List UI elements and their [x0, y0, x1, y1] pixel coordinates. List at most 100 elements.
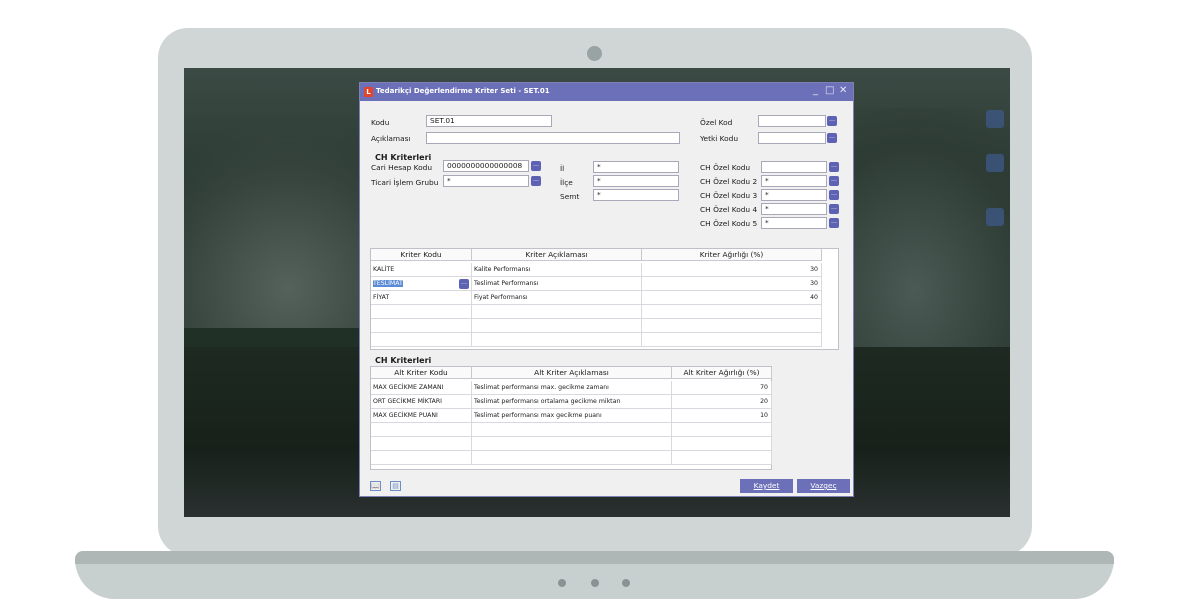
empty-cell[interactable] — [642, 305, 822, 319]
kriter-lookup-button[interactable]: … — [459, 279, 469, 289]
ch-ozel-kodu5-lookup-button[interactable]: … — [829, 218, 839, 228]
empty-cell[interactable] — [642, 333, 822, 347]
empty-cell[interactable] — [472, 423, 672, 437]
indicator-dot — [558, 579, 566, 587]
table-cell[interactable]: Kalite Performansı — [472, 263, 642, 277]
camera-icon — [587, 46, 602, 61]
table-cell[interactable]: 70 — [672, 381, 772, 395]
empty-cell[interactable] — [371, 423, 472, 437]
ch-ozel-kodu-lookup-button[interactable]: … — [829, 162, 839, 172]
column-header[interactable]: Alt Kriter Ağırlığı (%) — [672, 367, 772, 379]
column-header[interactable]: Kriter Açıklaması — [472, 249, 642, 261]
column-header[interactable]: Kriter Ağırlığı (%) — [642, 249, 822, 261]
save-button[interactable]: Kaydet — [740, 479, 793, 493]
document-icon[interactable]: ▤ — [390, 481, 401, 491]
ch-ozel-kodu2-label: CH Özel Kodu 2 — [700, 177, 758, 186]
empty-cell[interactable] — [472, 437, 672, 451]
indicator-dot — [591, 579, 599, 587]
ch-ozel-kodu3-lookup-button[interactable]: … — [829, 190, 839, 200]
table-cell[interactable]: Teslimat performansı max. gecikme zamanı — [472, 381, 672, 395]
aciklama-label: Açıklaması — [371, 134, 411, 143]
column-header[interactable]: Alt Kriter Açıklaması — [472, 367, 672, 379]
ch-ozel-kodu4-label: CH Özel Kodu 4 — [700, 205, 758, 214]
ilce-field[interactable]: * — [593, 175, 679, 187]
semt-label: Semt — [560, 192, 580, 201]
table-cell[interactable]: 40 — [642, 291, 822, 305]
cari-hesap-lookup-button[interactable]: … — [531, 161, 541, 171]
table-cell[interactable]: Teslimat performansı max gecikme puanı — [472, 409, 672, 423]
desktop-icon[interactable] — [986, 110, 1004, 128]
ch-ozel-kodu3-label: CH Özel Kodu 3 — [700, 191, 758, 200]
aciklama-field[interactable] — [426, 132, 680, 144]
ozel-kod-lookup-button[interactable]: … — [827, 116, 837, 126]
minimize-button[interactable]: _ — [813, 85, 818, 96]
cancel-button[interactable]: Vazgeç — [797, 479, 850, 493]
table-cell[interactable]: MAX GECİKME PUANI — [371, 409, 472, 423]
empty-cell[interactable] — [472, 305, 642, 319]
il-label: İl — [560, 164, 565, 173]
selected-cell-text: TESLİMAT — [373, 280, 403, 287]
yetki-kodu-label: Yetki Kodu — [700, 134, 739, 143]
ch-kriterleri-title: CH Kriterleri — [375, 153, 432, 162]
yetki-kodu-field[interactable] — [758, 132, 826, 144]
table-cell[interactable]: 20 — [672, 395, 772, 409]
empty-cell[interactable] — [672, 423, 772, 437]
kodu-field[interactable]: SET.01 — [426, 115, 552, 127]
book-icon[interactable]: 📖 — [370, 481, 381, 491]
ch-ozel-kodu5-field[interactable]: * — [761, 217, 827, 229]
empty-cell[interactable] — [472, 319, 642, 333]
empty-cell[interactable] — [672, 437, 772, 451]
table-cell[interactable]: Teslimat performansı ortalama gecikme mi… — [472, 395, 672, 409]
table-cell[interactable]: ORT GECİKME MİKTARI — [371, 395, 472, 409]
desktop-icon[interactable] — [986, 208, 1004, 226]
empty-cell[interactable] — [371, 437, 472, 451]
kodu-label: Kodu — [371, 118, 390, 127]
ozel-kod-label: Özel Kod — [700, 118, 733, 127]
empty-cell[interactable] — [672, 451, 772, 465]
sub-criteria-grid: Alt Kriter Kodu Alt Kriter Açıklaması Al… — [370, 366, 772, 470]
empty-cell[interactable] — [371, 319, 472, 333]
ticari-islem-field[interactable]: * — [443, 175, 529, 187]
cari-hesap-label: Cari Hesap Kodu — [371, 163, 433, 172]
ch-ozel-kodu-field[interactable] — [761, 161, 827, 173]
criteria-grid: Kriter Kodu Kriter Açıklaması Kriter Ağı… — [370, 248, 839, 350]
table-cell[interactable]: Fiyat Performansı — [472, 291, 642, 305]
table-cell[interactable]: 30 — [642, 277, 822, 291]
ch-ozel-kodu2-field[interactable]: * — [761, 175, 827, 187]
ch-ozel-kodu4-field[interactable]: * — [761, 203, 827, 215]
empty-cell[interactable] — [472, 333, 642, 347]
column-header[interactable]: Alt Kriter Kodu — [371, 367, 472, 379]
criteria-set-window: L Tedarikçi Değerlendirme Kriter Seti - … — [359, 82, 854, 497]
table-cell[interactable]: Teslimat Performansı — [472, 277, 642, 291]
table-cell[interactable]: 30 — [642, 263, 822, 277]
table-cell-selected[interactable]: TESLİMAT — [371, 277, 472, 291]
cari-hesap-field[interactable]: 0000000000000008 — [443, 160, 529, 172]
table-cell[interactable]: MAX GECİKME ZAMANI — [371, 381, 472, 395]
ticari-islem-label: Ticari İşlem Grubu — [371, 178, 439, 187]
ch-ozel-kodu2-lookup-button[interactable]: … — [829, 176, 839, 186]
sub-section-title: CH Kriterleri — [375, 356, 432, 365]
empty-cell[interactable] — [472, 451, 672, 465]
table-cell[interactable]: FİYAT — [371, 291, 472, 305]
table-cell[interactable]: 10 — [672, 409, 772, 423]
column-header[interactable]: Kriter Kodu — [371, 249, 472, 261]
window-titlebar[interactable]: L Tedarikçi Değerlendirme Kriter Seti - … — [360, 83, 853, 101]
empty-cell[interactable] — [371, 333, 472, 347]
empty-cell[interactable] — [371, 305, 472, 319]
semt-field[interactable]: * — [593, 189, 679, 201]
ilce-label: İlçe — [560, 178, 573, 187]
ch-ozel-kodu4-lookup-button[interactable]: … — [829, 204, 839, 214]
ticari-islem-lookup-button[interactable]: … — [531, 176, 541, 186]
window-title: Tedarikçi Değerlendirme Kriter Seti - SE… — [376, 87, 550, 95]
desktop-icon[interactable] — [986, 154, 1004, 172]
il-field[interactable]: * — [593, 161, 679, 173]
close-button[interactable]: ✕ — [839, 85, 847, 96]
empty-cell[interactable] — [642, 319, 822, 333]
ch-ozel-kodu3-field[interactable]: * — [761, 189, 827, 201]
maximize-button[interactable]: □ — [825, 85, 834, 96]
empty-cell[interactable] — [371, 451, 472, 465]
ozel-kod-field[interactable] — [758, 115, 826, 127]
yetki-kodu-lookup-button[interactable]: … — [827, 133, 837, 143]
table-cell[interactable]: KALİTE — [371, 263, 472, 277]
indicator-dot — [622, 579, 630, 587]
